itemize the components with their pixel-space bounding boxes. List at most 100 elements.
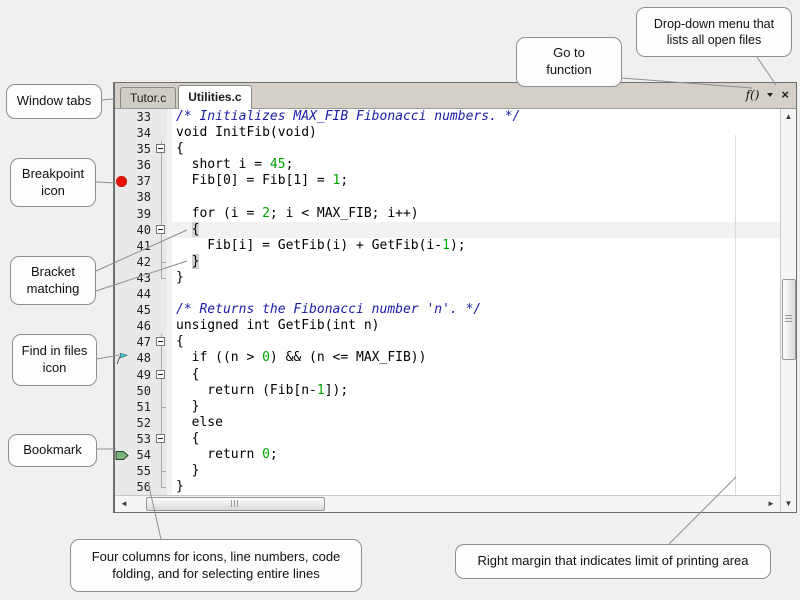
gutter-icon-column[interactable] [115, 447, 129, 463]
scroll-right-icon[interactable]: ► [766, 500, 776, 508]
line-number: 48 [129, 350, 155, 366]
code-text[interactable]: Fib[0] = Fib[1] = 1; [172, 173, 780, 189]
gutter-icon-column[interactable] [115, 270, 129, 286]
scroll-down-icon[interactable]: ▼ [781, 500, 796, 508]
code-line: 54 return 0; [115, 447, 780, 463]
go-to-function-icon[interactable]: f() [746, 89, 760, 101]
line-number: 44 [129, 286, 155, 302]
fold-marker [155, 157, 167, 173]
fold-marker[interactable] [155, 222, 167, 238]
code-text[interactable]: unsigned int GetFib(int n) [172, 318, 780, 334]
line-number: 52 [129, 415, 155, 431]
fold-marker[interactable] [155, 431, 167, 447]
code-line: 51 } [115, 399, 780, 415]
code-text[interactable]: if ((n > 0) && (n <= MAX_FIB)) [172, 350, 780, 366]
code-line: 47{ [115, 334, 780, 350]
callout-four-columns: Four columns for icons, line numbers, co… [70, 539, 362, 592]
line-number: 55 [129, 463, 155, 479]
line-number: 45 [129, 302, 155, 318]
gutter-icon-column[interactable] [115, 125, 129, 141]
tab-utilities-c[interactable]: Utilities.c [178, 85, 251, 109]
code-text[interactable]: { [172, 222, 780, 238]
gutter-icon-column[interactable] [115, 479, 129, 495]
code-line: 45 /* Returns the Fibonacci number 'n'. *… [115, 302, 780, 318]
code-text[interactable]: } [172, 399, 780, 415]
line-number: 41 [129, 238, 155, 254]
code-line: 46unsigned int GetFib(int n) [115, 318, 780, 334]
code-text[interactable]: } [172, 270, 780, 286]
scroll-up-icon[interactable]: ▲ [781, 113, 796, 121]
code-line: 37 Fib[0] = Fib[1] = 1; [115, 173, 780, 189]
fold-marker [155, 447, 167, 463]
code-text[interactable] [172, 189, 780, 205]
gutter-icon-column[interactable] [115, 109, 129, 125]
fold-marker[interactable] [155, 367, 167, 383]
gutter-icon-column[interactable] [115, 206, 129, 222]
gutter-icon-column[interactable] [115, 463, 129, 479]
code-editor-window: Tutor.c Utilities.c f() × 33/* Initializ… [113, 82, 797, 513]
gutter-icon-column[interactable] [115, 141, 129, 157]
code-line: 42 } [115, 254, 780, 270]
callout-go-to-function: Go to function [516, 37, 622, 87]
gutter-icon-column[interactable] [115, 334, 129, 350]
open-files-dropdown-icon[interactable] [767, 93, 773, 97]
gutter-icon-column[interactable] [115, 383, 129, 399]
fold-marker [155, 318, 167, 334]
code-text[interactable]: /* Initializes MAX_FIB Fibonacci numbers… [172, 109, 780, 125]
code-text[interactable]: return (Fib[n-1]); [172, 383, 780, 399]
gutter-icon-column[interactable] [115, 189, 129, 205]
code-text[interactable]: for (i = 2; i < MAX_FIB; i++) [172, 206, 780, 222]
line-number: 40 [129, 222, 155, 238]
fold-marker [155, 173, 167, 189]
code-text[interactable]: } [172, 463, 780, 479]
gutter-icon-column[interactable] [115, 415, 129, 431]
vertical-scrollbar: ▲ ▼ [780, 109, 796, 512]
line-number: 54 [129, 447, 155, 463]
callout-bracket-matching: Bracket matching [10, 256, 96, 305]
gutter-icon-column[interactable] [115, 157, 129, 173]
horizontal-scrollbar-thumb[interactable] [146, 497, 325, 511]
gutter-icon-column[interactable] [115, 286, 129, 302]
code-text[interactable]: } [172, 479, 780, 495]
code-text[interactable]: { [172, 141, 780, 157]
find-in-files-icon[interactable] [115, 351, 129, 365]
tab-tutor-c[interactable]: Tutor.c [120, 87, 176, 108]
gutter-icon-column[interactable] [115, 238, 129, 254]
code-area[interactable]: 33/* Initializes MAX_FIB Fibonacci numbe… [115, 109, 780, 496]
gutter-icon-column[interactable] [115, 318, 129, 334]
bookmark-icon[interactable] [115, 448, 129, 462]
line-number: 34 [129, 125, 155, 141]
fold-marker[interactable] [155, 334, 167, 350]
fold-marker [155, 463, 167, 479]
code-text[interactable]: short i = 45; [172, 157, 780, 173]
fold-marker[interactable] [155, 141, 167, 157]
gutter-icon-column[interactable] [115, 254, 129, 270]
gutter-icon-column[interactable] [115, 302, 129, 318]
close-icon[interactable]: × [781, 89, 789, 101]
scroll-left-icon[interactable]: ◄ [119, 500, 129, 508]
gutter-icon-column[interactable] [115, 399, 129, 415]
code-text[interactable]: else [172, 415, 780, 431]
gutter-icon-column[interactable] [115, 222, 129, 238]
gutter-icon-column[interactable] [115, 367, 129, 383]
gutter-icon-column[interactable] [115, 431, 129, 447]
code-line: 56} [115, 479, 780, 495]
breakpoint-icon[interactable] [116, 176, 127, 187]
code-text[interactable]: return 0; [172, 447, 780, 463]
vertical-scrollbar-thumb[interactable] [782, 279, 796, 360]
code-line: 44 [115, 286, 780, 302]
code-text[interactable]: void InitFib(void) [172, 125, 780, 141]
code-text[interactable]: { [172, 367, 780, 383]
code-text[interactable]: { [172, 334, 780, 350]
fold-marker [155, 399, 167, 415]
line-number: 49 [129, 367, 155, 383]
gutter-icon-column[interactable] [115, 350, 129, 366]
code-text[interactable] [172, 286, 780, 302]
code-line: 33/* Initializes MAX_FIB Fibonacci numbe… [115, 109, 780, 125]
code-text[interactable]: /* Returns the Fibonacci number 'n'. */ [172, 302, 780, 318]
code-line: 34 void InitFib(void) [115, 125, 780, 141]
code-text[interactable]: { [172, 431, 780, 447]
code-text[interactable]: Fib[i] = GetFib(i) + GetFib(i-1); [172, 238, 780, 254]
code-text[interactable]: } [172, 254, 780, 270]
gutter-icon-column[interactable] [115, 173, 129, 189]
